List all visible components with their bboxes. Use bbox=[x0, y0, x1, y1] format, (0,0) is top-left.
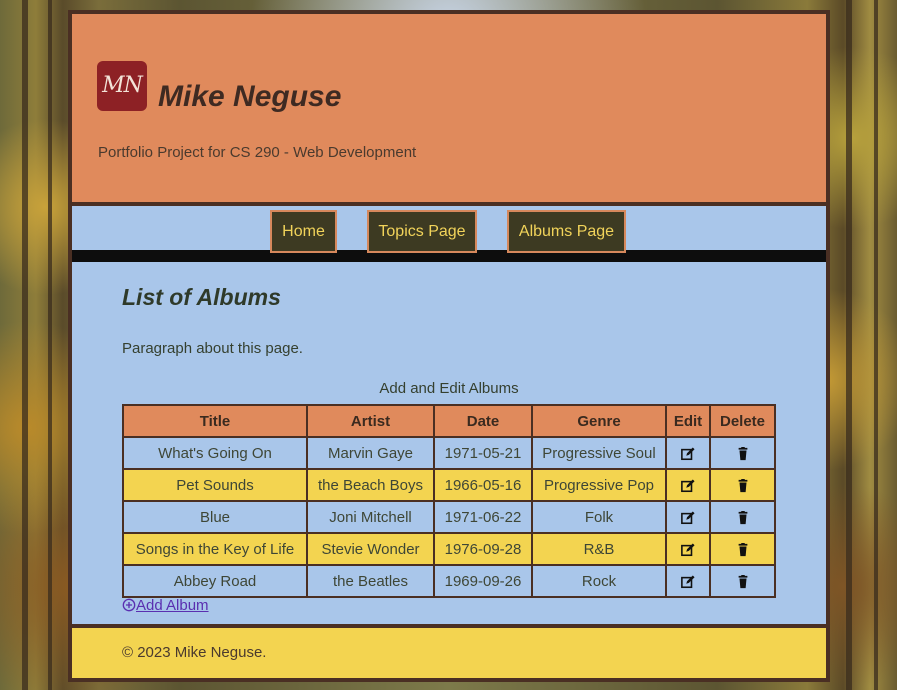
column-header-date: Date bbox=[433, 404, 533, 438]
table-header-row: Title Artist Date Genre Edit Delete bbox=[122, 404, 776, 438]
trash-icon[interactable] bbox=[736, 574, 750, 589]
edit-icon[interactable] bbox=[681, 574, 695, 589]
table-row: What's Going On Marvin Gaye 1971-05-21 P… bbox=[122, 436, 776, 470]
copyright-text: © 2023 Mike Neguse. bbox=[122, 644, 267, 661]
cell-artist: Joni Mitchell bbox=[306, 500, 435, 534]
cell-artist: Marvin Gaye bbox=[306, 436, 435, 470]
table-row: Abbey Road the Beatles 1969-09-26 Rock bbox=[122, 564, 776, 598]
cell-artist: the Beach Boys bbox=[306, 468, 435, 502]
cell-date: 1966-05-16 bbox=[433, 468, 533, 502]
edit-icon[interactable] bbox=[681, 542, 695, 557]
trash-icon[interactable] bbox=[736, 542, 750, 557]
main-content: Home Topics Page Albums Page List of Alb… bbox=[72, 206, 826, 624]
page-title: List of Albums bbox=[122, 284, 281, 310]
site-footer: © 2023 Mike Neguse. bbox=[72, 628, 826, 678]
table-row: Pet Sounds the Beach Boys 1966-05-16 Pro… bbox=[122, 468, 776, 502]
cell-title: Abbey Road bbox=[122, 564, 308, 598]
table-row: Blue Joni Mitchell 1971-06-22 Folk bbox=[122, 500, 776, 534]
delete-cell bbox=[709, 532, 776, 566]
albums-table: Title Artist Date Genre Edit Delete What… bbox=[122, 404, 776, 598]
site-header: MN Mike Neguse Portfolio Project for CS … bbox=[72, 14, 826, 202]
column-header-title: Title bbox=[122, 404, 308, 438]
page-paragraph: Paragraph about this page. bbox=[122, 340, 303, 357]
cell-date: 1971-06-22 bbox=[433, 500, 533, 534]
cell-artist: Stevie Wonder bbox=[306, 532, 435, 566]
edit-cell bbox=[665, 500, 711, 534]
cell-genre: Progressive Pop bbox=[531, 468, 667, 502]
trash-icon[interactable] bbox=[736, 446, 750, 461]
nav-topics-button[interactable]: Topics Page bbox=[367, 210, 477, 253]
cell-date: 1969-09-26 bbox=[433, 564, 533, 598]
nav-home-button[interactable]: Home bbox=[270, 210, 337, 253]
delete-cell bbox=[709, 436, 776, 470]
page-frame: MN Mike Neguse Portfolio Project for CS … bbox=[68, 10, 830, 682]
column-header-artist: Artist bbox=[306, 404, 435, 438]
cell-title: What's Going On bbox=[122, 436, 308, 470]
add-album-link[interactable]: Add Album bbox=[122, 597, 209, 614]
column-header-delete: Delete bbox=[709, 404, 776, 438]
cell-genre: Folk bbox=[531, 500, 667, 534]
add-album-label: Add Album bbox=[136, 597, 209, 614]
trash-icon[interactable] bbox=[736, 510, 750, 525]
cell-genre: Progressive Soul bbox=[531, 436, 667, 470]
table-row: Songs in the Key of Life Stevie Wonder 1… bbox=[122, 532, 776, 566]
edit-cell bbox=[665, 532, 711, 566]
delete-cell bbox=[709, 468, 776, 502]
site-title: Mike Neguse bbox=[158, 80, 342, 113]
main-nav: Home Topics Page Albums Page bbox=[72, 206, 826, 262]
cell-title: Pet Sounds bbox=[122, 468, 308, 502]
edit-cell bbox=[665, 564, 711, 598]
nav-albums-button[interactable]: Albums Page bbox=[507, 210, 626, 253]
logo: MN bbox=[97, 61, 147, 111]
edit-icon[interactable] bbox=[681, 478, 695, 493]
cell-title: Blue bbox=[122, 500, 308, 534]
delete-cell bbox=[709, 564, 776, 598]
table-caption: Add and Edit Albums bbox=[379, 380, 519, 397]
cell-genre: Rock bbox=[531, 564, 667, 598]
cell-date: 1976-09-28 bbox=[433, 532, 533, 566]
delete-cell bbox=[709, 500, 776, 534]
cell-genre: R&B bbox=[531, 532, 667, 566]
column-header-genre: Genre bbox=[531, 404, 667, 438]
plus-circle-icon bbox=[122, 597, 136, 614]
edit-icon[interactable] bbox=[681, 446, 695, 461]
edit-cell bbox=[665, 468, 711, 502]
trash-icon[interactable] bbox=[736, 478, 750, 493]
column-header-edit: Edit bbox=[665, 404, 711, 438]
cell-date: 1971-05-21 bbox=[433, 436, 533, 470]
edit-icon[interactable] bbox=[681, 510, 695, 525]
site-tagline: Portfolio Project for CS 290 - Web Devel… bbox=[98, 144, 417, 161]
cell-title: Songs in the Key of Life bbox=[122, 532, 308, 566]
cell-artist: the Beatles bbox=[306, 564, 435, 598]
edit-cell bbox=[665, 436, 711, 470]
